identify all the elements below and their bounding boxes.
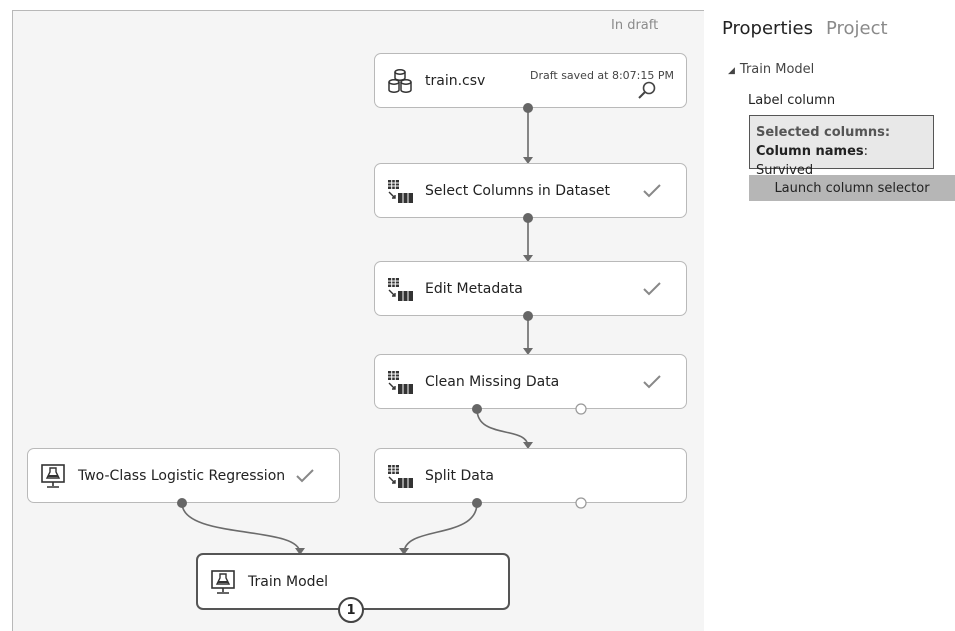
collapse-triangle-icon: ◢ — [728, 66, 735, 76]
module-label: Train Model — [248, 573, 329, 590]
table-transform-icon — [388, 370, 413, 394]
module-label: Select Columns in Dataset — [425, 182, 611, 199]
properties-panel: Properties Project ◢ Train Model Label co… — [704, 10, 955, 630]
module-edit-metadata[interactable]: Edit Metadata — [374, 261, 687, 316]
table-transform-icon — [388, 179, 413, 203]
module-split-data[interactable]: Split Data — [374, 448, 687, 503]
database-icon — [388, 68, 412, 93]
module-label: Split Data — [425, 467, 494, 484]
module-label: Edit Metadata — [425, 280, 523, 297]
magnifier-icon[interactable] — [636, 79, 658, 101]
draft-status: In draft — [611, 18, 659, 33]
label-column-label: Label column — [748, 93, 836, 108]
selected-columns-header: Selected columns: — [756, 125, 891, 140]
module-clean-missing-data[interactable]: Clean Missing Data — [374, 354, 687, 409]
output-port-badge[interactable]: 1 — [338, 597, 364, 623]
checkmark-icon — [643, 281, 661, 295]
flask-monitor-icon — [41, 463, 65, 488]
checkmark-icon — [643, 183, 661, 197]
flask-monitor-icon — [211, 569, 235, 594]
table-transform-icon — [388, 277, 413, 301]
column-names-key: Column names — [756, 144, 864, 159]
module-label: Two-Class Logistic Regression — [78, 467, 286, 484]
module-train-csv[interactable]: train.csv Draft saved at 8:07:15 PM — [374, 53, 687, 108]
tab-properties[interactable]: Properties — [722, 18, 813, 39]
checkmark-icon — [643, 374, 661, 388]
tab-project[interactable]: Project — [826, 18, 888, 39]
section-header[interactable]: ◢ Train Model — [728, 62, 814, 77]
table-transform-icon — [388, 464, 413, 488]
launch-column-selector-button[interactable]: Launch column selector — [749, 175, 955, 201]
module-label: Clean Missing Data — [425, 373, 560, 390]
module-select-columns[interactable]: Select Columns in Dataset — [374, 163, 687, 218]
module-two-class-logistic-regression[interactable]: Two-Class Logistic Regression — [27, 448, 340, 503]
selected-columns-box: Selected columns: Column names: Survived — [749, 115, 934, 178]
section-title: Train Model — [739, 62, 815, 77]
checkmark-icon — [296, 468, 314, 482]
module-label: train.csv — [425, 72, 486, 89]
